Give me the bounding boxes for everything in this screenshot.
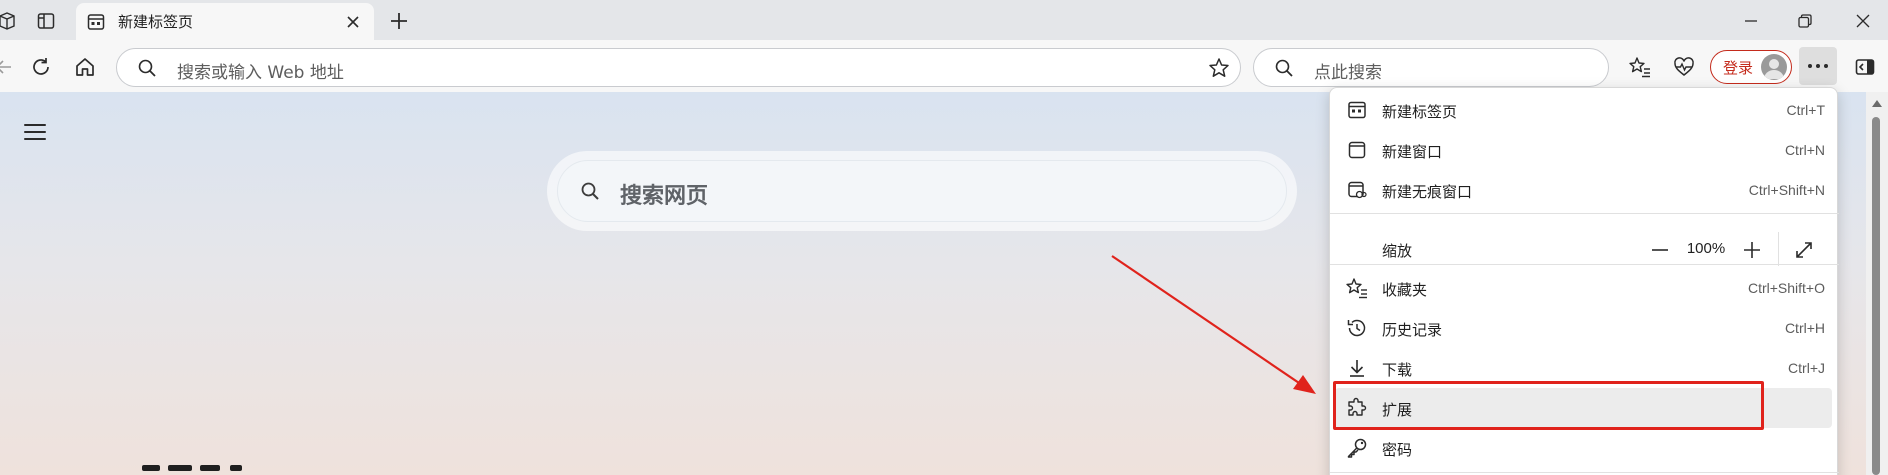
download-icon bbox=[1346, 357, 1368, 379]
login-button[interactable]: 登录 bbox=[1710, 50, 1792, 84]
menu-item-label: 密码 bbox=[1382, 441, 1413, 459]
zoom-out-minus-icon[interactable] bbox=[1648, 238, 1672, 262]
menu-divider bbox=[1330, 472, 1839, 473]
menu-item-label: 历史记录 bbox=[1382, 321, 1443, 339]
menu-item-label: 新建标签页 bbox=[1382, 103, 1458, 121]
menu-item-shortcut: Ctrl+Shift+N bbox=[1748, 182, 1825, 198]
favorites-icon bbox=[1346, 277, 1368, 299]
favorites-list-icon bbox=[1629, 57, 1650, 78]
menu-item-shortcut: Ctrl+T bbox=[1786, 102, 1826, 118]
new-tab-icon bbox=[1346, 99, 1368, 121]
back-arrow-icon bbox=[0, 60, 11, 74]
back-button[interactable] bbox=[0, 50, 20, 84]
browser-essentials-button[interactable] bbox=[1667, 50, 1701, 84]
menu-hamburger-icon[interactable] bbox=[24, 122, 48, 142]
close-icon bbox=[1856, 14, 1870, 28]
home-icon bbox=[76, 58, 94, 76]
zoom-label: 缩放 bbox=[1382, 242, 1413, 260]
history-icon bbox=[1346, 317, 1368, 339]
more-dots-icon bbox=[1808, 64, 1828, 68]
new-window-icon bbox=[1346, 139, 1368, 161]
login-label: 登录 bbox=[1723, 58, 1754, 77]
menu-item-passwords[interactable]: 密码 bbox=[1330, 428, 1839, 468]
menu-item-history[interactable]: 历史记录 Ctrl+H bbox=[1330, 308, 1839, 348]
search-icon bbox=[1274, 58, 1294, 82]
menu-item-shortcut: Ctrl+J bbox=[1788, 360, 1825, 376]
new-tab-button[interactable] bbox=[384, 6, 414, 36]
menu-item-shortcut: Ctrl+N bbox=[1784, 142, 1825, 158]
address-placeholder: 搜索或输入 Web 地址 bbox=[177, 63, 344, 83]
vertical-tabs-icon[interactable] bbox=[31, 6, 61, 36]
menu-divider bbox=[1330, 264, 1839, 265]
menu-item-label: 收藏夹 bbox=[1382, 281, 1428, 299]
search-placeholder: 点此搜索 bbox=[1314, 63, 1382, 83]
address-bar[interactable]: 搜索或输入 Web 地址 bbox=[116, 48, 1241, 87]
menu-item-label: 新建无痕窗口 bbox=[1382, 183, 1473, 201]
menu-item-shortcut: Ctrl+Shift+O bbox=[1747, 280, 1825, 296]
fullscreen-expand-icon[interactable] bbox=[1792, 238, 1816, 262]
restore-button[interactable] bbox=[1782, 4, 1828, 38]
settings-and-more-button[interactable] bbox=[1799, 47, 1837, 85]
page-scrollbar[interactable] bbox=[1866, 92, 1888, 475]
menu-item-new-tab[interactable]: 新建标签页 Ctrl+T bbox=[1330, 90, 1839, 130]
close-window-button[interactable] bbox=[1840, 4, 1886, 38]
tab-strip: 新建标签页 bbox=[0, 0, 1888, 40]
minimize-icon bbox=[1745, 20, 1757, 22]
favorites-button[interactable] bbox=[1623, 50, 1657, 84]
scroll-up-arrow-icon[interactable] bbox=[1872, 100, 1882, 107]
menu-item-shortcut: Ctrl+H bbox=[1784, 320, 1825, 336]
workspaces-icon[interactable] bbox=[0, 6, 22, 36]
avatar bbox=[1761, 54, 1787, 80]
cropped-heading-fragment bbox=[140, 465, 280, 475]
menu-item-favorites[interactable]: 收藏夹 Ctrl+Shift+O bbox=[1330, 268, 1839, 308]
tab-title: 新建标签页 bbox=[118, 13, 194, 31]
menu-zoom-row: 缩放 100% bbox=[1330, 224, 1839, 274]
zoom-value: 100% bbox=[1686, 240, 1726, 257]
menu-item-label: 下载 bbox=[1382, 361, 1413, 379]
refresh-button[interactable] bbox=[24, 50, 58, 84]
menu-item-label: 新建窗口 bbox=[1382, 143, 1443, 161]
zoom-divider bbox=[1778, 232, 1779, 266]
zoom-in-plus-icon[interactable] bbox=[1740, 238, 1764, 262]
restore-icon bbox=[1798, 14, 1812, 28]
add-favorite-star-icon[interactable] bbox=[1208, 57, 1230, 83]
sidebar-icon bbox=[1855, 59, 1875, 75]
minimize-button[interactable] bbox=[1728, 4, 1774, 38]
toolbar: 搜索或输入 Web 地址 点此搜索 登录 bbox=[0, 40, 1888, 92]
page-search-placeholder: 搜索网页 bbox=[620, 184, 709, 209]
home-button[interactable] bbox=[68, 50, 102, 84]
sidebar-toggle-button[interactable] bbox=[1848, 50, 1882, 84]
page-search-box[interactable]: 搜索网页 bbox=[557, 160, 1287, 222]
plus-icon bbox=[391, 13, 407, 29]
key-icon bbox=[1346, 437, 1368, 459]
scrollbar-thumb[interactable] bbox=[1872, 117, 1880, 475]
search-icon bbox=[580, 181, 600, 205]
new-tab-page-icon bbox=[86, 12, 106, 32]
menu-divider bbox=[1330, 213, 1839, 214]
annotation-highlight-box bbox=[1333, 381, 1764, 430]
menu-item-new-window[interactable]: 新建窗口 Ctrl+N bbox=[1330, 130, 1839, 170]
web-search-box[interactable]: 点此搜索 bbox=[1253, 48, 1609, 87]
close-tab-icon[interactable] bbox=[342, 11, 364, 33]
inprivate-window-icon bbox=[1346, 179, 1368, 201]
search-icon bbox=[137, 58, 157, 82]
heart-pulse-icon bbox=[1674, 57, 1694, 76]
menu-item-new-inprivate-window[interactable]: 新建无痕窗口 Ctrl+Shift+N bbox=[1330, 170, 1839, 210]
refresh-icon bbox=[33, 58, 49, 75]
tab-new-tab[interactable]: 新建标签页 bbox=[76, 3, 374, 40]
